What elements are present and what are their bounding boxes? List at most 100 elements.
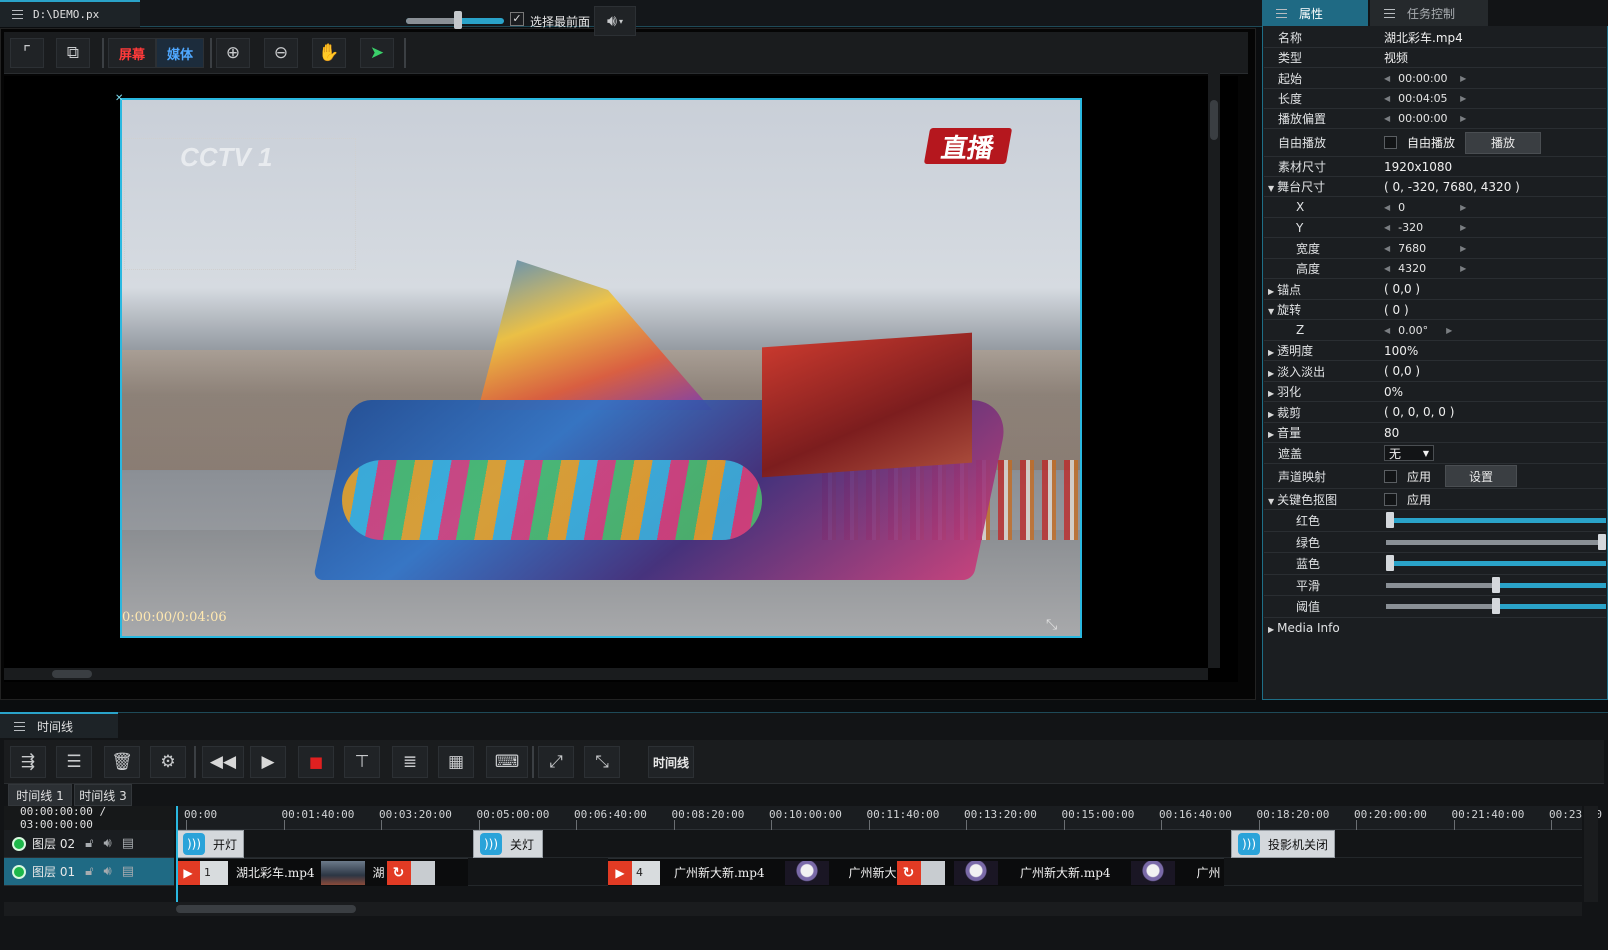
marker-icon[interactable]: ⊤ bbox=[344, 746, 380, 778]
select-front-checkbox[interactable]: ✓ bbox=[510, 12, 524, 26]
expand-down-icon[interactable]: ▼ bbox=[1268, 307, 1274, 316]
expand-right-icon[interactable]: ▶ bbox=[1268, 625, 1274, 634]
add-track-icon[interactable]: ☰ bbox=[56, 746, 92, 778]
timeline-menu-button[interactable]: 时间线 bbox=[648, 746, 694, 778]
increment-arrow-icon[interactable]: ▶ bbox=[1460, 74, 1466, 83]
z-spinbox[interactable]: 0.00° bbox=[1394, 324, 1442, 337]
lock-icon[interactable]: 🔓︎ bbox=[85, 864, 93, 879]
film-icon[interactable]: ▤ bbox=[122, 864, 134, 879]
screen-button[interactable]: 屏幕 bbox=[108, 38, 156, 68]
expand-right-icon[interactable]: ▶ bbox=[1268, 389, 1274, 398]
prop-row-crop[interactable]: ▶ 裁剪 ( 0, 0, 0, 0 ) bbox=[1264, 402, 1606, 423]
speaker-icon[interactable]: 🔊︎ bbox=[104, 864, 112, 879]
x-spinbox[interactable]: 0 bbox=[1394, 201, 1456, 214]
increment-arrow-icon[interactable]: ▶ bbox=[1460, 114, 1466, 123]
time-ruler[interactable]: 00:00 00:01:40:00 00:03:20:00 00:05:00:00 00… bbox=[176, 806, 1602, 830]
light-clip[interactable]: ))) 关灯 bbox=[473, 830, 543, 858]
increment-arrow-icon[interactable]: ▶ bbox=[1460, 244, 1466, 253]
prop-row-start[interactable]: 起始 ◀ 00:00:00 ▶ bbox=[1264, 68, 1606, 89]
prop-row-opacity[interactable]: ▶ 透明度 100% bbox=[1264, 341, 1606, 361]
media-clip[interactable]: ▶ 1 湖北彩车.mp4 湖 ↻ bbox=[176, 858, 468, 886]
chroma-key-checkbox[interactable] bbox=[1384, 492, 1397, 506]
width-spinbox[interactable]: 7680 bbox=[1394, 242, 1456, 255]
resize-handle-icon[interactable]: ⤡ bbox=[1046, 617, 1057, 633]
slider-thumb[interactable] bbox=[1492, 598, 1500, 614]
visibility-dot-icon[interactable] bbox=[12, 864, 26, 879]
list-icon[interactable]: ≣ bbox=[392, 746, 428, 778]
document-tab[interactable]: D:\DEMO.px bbox=[0, 0, 140, 27]
anchor-handle-icon[interactable]: ✕ bbox=[115, 93, 123, 104]
menu-list-icon[interactable] bbox=[14, 721, 25, 731]
corner-tool-icon[interactable]: ⌜ bbox=[10, 38, 44, 68]
slider-thumb[interactable] bbox=[1598, 534, 1606, 550]
increment-arrow-icon[interactable]: ▶ bbox=[1460, 223, 1466, 232]
prop-row-height[interactable]: 高度 ◀ 4320 ▶ bbox=[1264, 259, 1606, 279]
visibility-dot-icon[interactable] bbox=[12, 836, 26, 851]
expand-right-icon[interactable]: ▶ bbox=[1268, 287, 1274, 296]
prop-row-type[interactable]: 类型 视频 bbox=[1264, 48, 1606, 68]
prop-row-width[interactable]: 宽度 ◀ 7680 ▶ bbox=[1264, 238, 1606, 259]
stop-icon[interactable]: ■ bbox=[298, 746, 334, 778]
green-slider[interactable] bbox=[1386, 534, 1606, 550]
prop-row-stage-size[interactable]: ▼ 舞台尺寸 ( 0, -320, 7680, 4320 ) bbox=[1264, 177, 1606, 197]
lock-icon[interactable]: 🔓︎ bbox=[85, 836, 93, 851]
tab-task-control[interactable]: 任务控制 bbox=[1370, 0, 1488, 26]
expand-right-icon[interactable]: ▶ bbox=[1268, 410, 1274, 419]
preview-vertical-scrollbar[interactable] bbox=[1208, 72, 1220, 668]
prop-row-z[interactable]: Z ◀ 0.00° ▶ bbox=[1264, 320, 1606, 341]
free-play-checkbox[interactable] bbox=[1384, 136, 1397, 149]
timeline-panel-tab[interactable]: 时间线 bbox=[0, 712, 118, 738]
track-settings-icon[interactable]: ⇶ bbox=[10, 746, 46, 778]
prop-row-volume[interactable]: ▶ 音量 80 bbox=[1264, 423, 1606, 443]
prop-row-fade[interactable]: ▶ 淡入淡出 ( 0,0 ) bbox=[1264, 361, 1606, 382]
playhead[interactable] bbox=[176, 806, 178, 916]
start-spinbox[interactable]: 00:00:00 bbox=[1394, 72, 1456, 85]
channel-settings-button[interactable]: 设置 bbox=[1445, 465, 1518, 487]
prop-row-play-offset[interactable]: 播放偏置 ◀ 00:00:00 ▶ bbox=[1264, 109, 1606, 129]
prop-row-x[interactable]: X ◀ 0 ▶ bbox=[1264, 197, 1606, 218]
decrement-arrow-icon[interactable]: ◀ bbox=[1384, 203, 1390, 212]
increment-arrow-icon[interactable]: ▶ bbox=[1460, 264, 1466, 273]
tab-timeline-3[interactable]: 时间线 3 bbox=[74, 784, 132, 806]
mask-dropdown[interactable]: 无 ▼ bbox=[1384, 445, 1434, 461]
gear-icon[interactable]: ⚙ bbox=[150, 746, 186, 778]
blue-slider[interactable] bbox=[1386, 555, 1606, 571]
play-offset-spinbox[interactable]: 00:00:00 bbox=[1394, 112, 1456, 125]
smooth-slider[interactable] bbox=[1386, 577, 1606, 593]
decrement-arrow-icon[interactable]: ◀ bbox=[1384, 74, 1390, 83]
prop-row-y[interactable]: Y ◀ -320 ▶ bbox=[1264, 218, 1606, 238]
preview-horizontal-scroll-thumb[interactable] bbox=[52, 670, 92, 678]
light-clip[interactable]: ))) 开灯 bbox=[176, 830, 244, 858]
shrink-icon[interactable]: ⤡ bbox=[584, 746, 620, 778]
decrement-arrow-icon[interactable]: ◀ bbox=[1384, 94, 1390, 103]
menu-list-icon[interactable] bbox=[12, 10, 23, 19]
length-spinbox[interactable]: 00:04:05 bbox=[1394, 92, 1456, 105]
speaker-icon[interactable]: 🔊︎ bbox=[104, 836, 112, 851]
prop-row-mask[interactable]: 遮盖 无 ▼ bbox=[1264, 443, 1606, 464]
delete-icon[interactable]: 🗑︎ bbox=[104, 746, 140, 778]
decrement-arrow-icon[interactable]: ◀ bbox=[1384, 326, 1390, 335]
grid-icon[interactable]: ▦ bbox=[438, 746, 474, 778]
decrement-arrow-icon[interactable]: ◀ bbox=[1384, 223, 1390, 232]
expand-down-icon[interactable]: ▼ bbox=[1268, 184, 1274, 193]
play-icon[interactable]: ▶ bbox=[250, 746, 286, 778]
height-spinbox[interactable]: 4320 bbox=[1394, 262, 1456, 275]
media-clip[interactable]: 广州新大新.mp4 广州 bbox=[952, 858, 1224, 886]
play-button[interactable]: 播放 bbox=[1465, 131, 1542, 154]
preview-horizontal-scrollbar[interactable] bbox=[4, 668, 1208, 680]
red-slider[interactable] bbox=[1386, 512, 1606, 528]
prop-row-name[interactable]: 名称 湖北彩车.mp4 bbox=[1264, 28, 1606, 48]
light-clip[interactable]: ))) 投影机关闭 bbox=[1231, 830, 1335, 858]
layer-header[interactable]: 图层 02 🔓︎ 🔊︎ ▤ bbox=[4, 830, 174, 858]
tab-properties[interactable]: 属性 bbox=[1262, 0, 1368, 26]
slider-thumb[interactable] bbox=[1386, 555, 1394, 571]
decrement-arrow-icon[interactable]: ◀ bbox=[1384, 114, 1390, 123]
decrement-arrow-icon[interactable]: ◀ bbox=[1384, 244, 1390, 253]
hand-pan-icon[interactable]: ✋ bbox=[312, 38, 346, 68]
video-layer-frame[interactable]: 直播 CCTV 1 0:00:00/0:04:06 bbox=[120, 98, 1082, 638]
increment-arrow-icon[interactable]: ▶ bbox=[1446, 326, 1452, 335]
prop-row-length[interactable]: 长度 ◀ 00:04:05 ▶ bbox=[1264, 89, 1606, 109]
preview-vertical-scroll-thumb[interactable] bbox=[1210, 100, 1218, 140]
expand-down-icon[interactable]: ▼ bbox=[1268, 497, 1274, 506]
channel-map-checkbox[interactable] bbox=[1384, 469, 1397, 483]
